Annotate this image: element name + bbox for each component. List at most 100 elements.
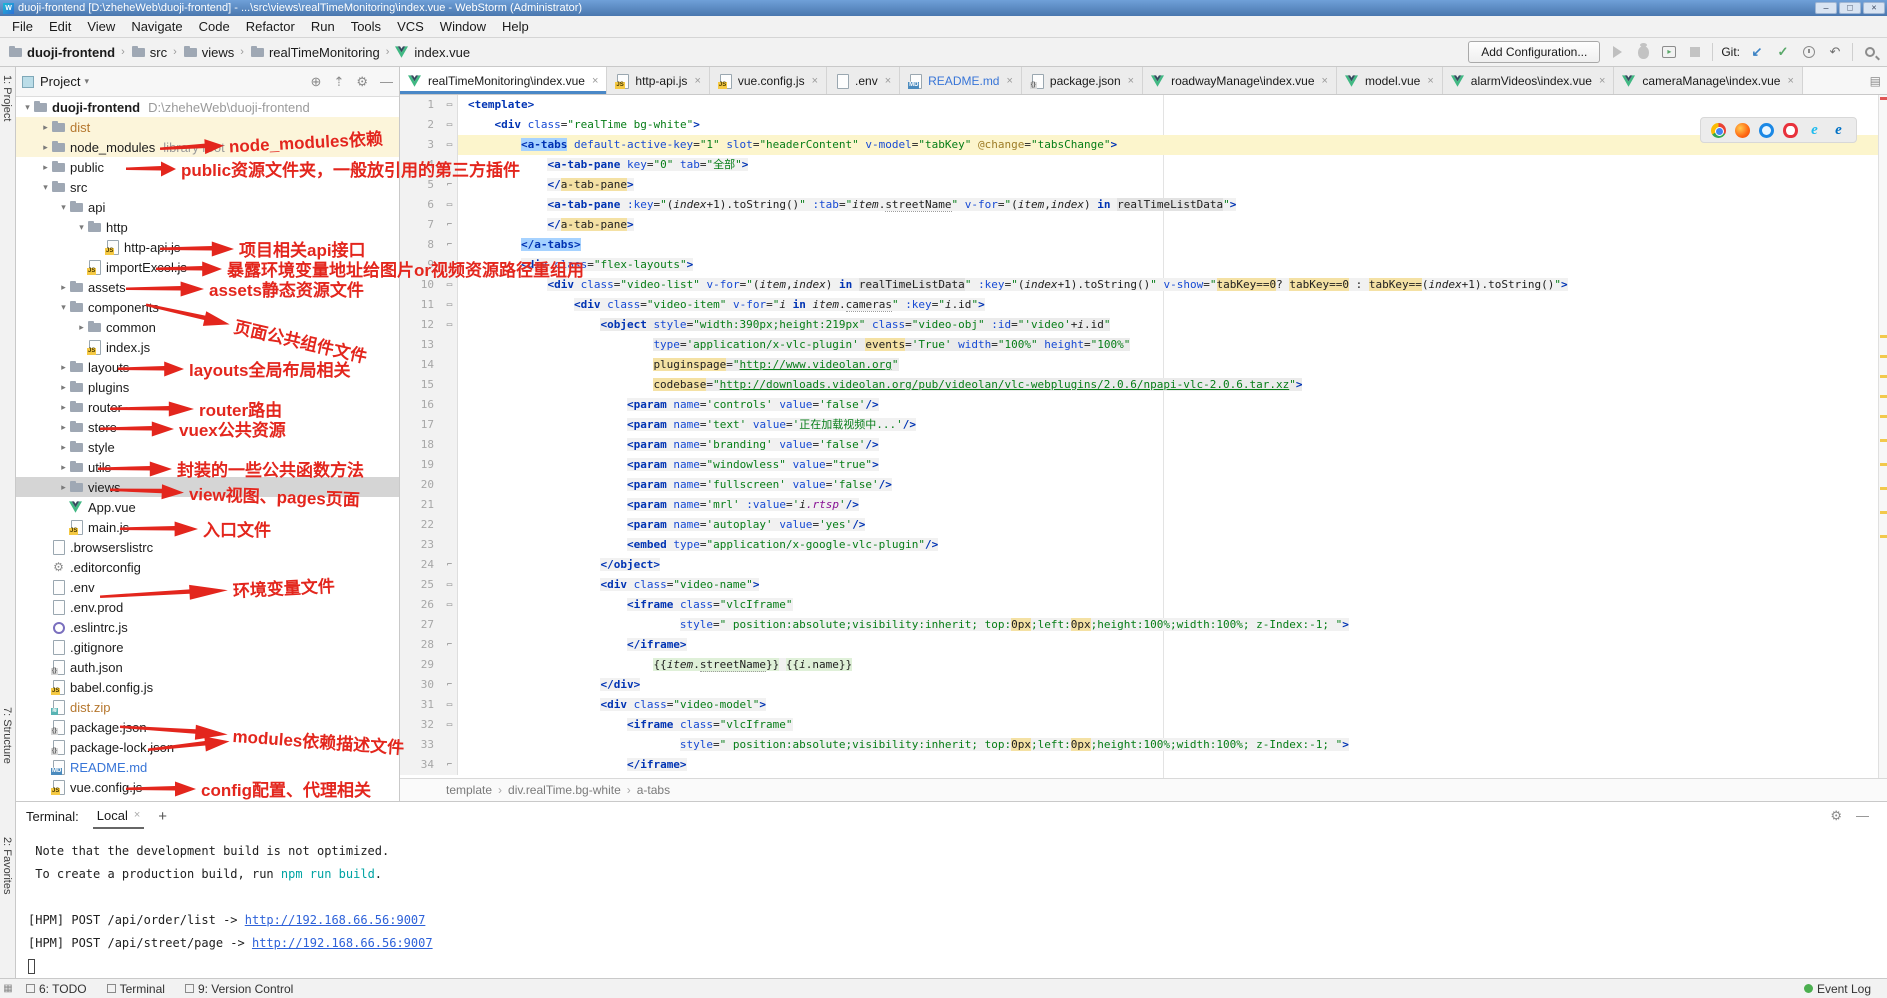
code-line[interactable]: 33 style=" position:absolute;visibility:… bbox=[400, 735, 1887, 755]
code-line[interactable]: 21 <param name='mrl' :value='i.rtsp'/> bbox=[400, 495, 1887, 515]
tab-list-icon[interactable]: ▤ bbox=[1870, 67, 1887, 94]
tree-chevron-icon[interactable]: ▸ bbox=[40, 142, 51, 153]
code-line[interactable]: 18 <param name='branding' value='false'/… bbox=[400, 435, 1887, 455]
tool-button-project[interactable]: 1: Project bbox=[1, 75, 13, 121]
stripe-mark[interactable] bbox=[1880, 535, 1887, 538]
tool-windows-toggle-icon[interactable]: ▦ bbox=[0, 983, 16, 994]
code-line[interactable]: 34⌐ </iframe> bbox=[400, 755, 1887, 775]
tree-chevron-icon[interactable]: ▸ bbox=[76, 322, 87, 333]
menu-item-navigate[interactable]: Navigate bbox=[123, 17, 190, 36]
status-version-control[interactable]: 9: Version Control bbox=[175, 982, 303, 996]
history-icon[interactable] bbox=[1800, 43, 1818, 61]
tree-chevron-icon[interactable]: ▾ bbox=[76, 222, 87, 233]
tree-chevron-icon[interactable]: ▸ bbox=[58, 442, 69, 453]
code-line[interactable]: 30⌐ </div> bbox=[400, 675, 1887, 695]
project-panel-title[interactable]: Project bbox=[40, 74, 80, 89]
code-line[interactable]: 20 <param name='fullscreen' value='false… bbox=[400, 475, 1887, 495]
terminal-output[interactable]: Note that the development build is not o… bbox=[16, 830, 1887, 978]
editor-tab[interactable]: realTimeMonitoring\index.vue× bbox=[400, 67, 607, 94]
rollback-icon[interactable]: ↶ bbox=[1826, 43, 1844, 61]
tree-item[interactable]: ▾src bbox=[16, 177, 399, 197]
stripe-mark[interactable] bbox=[1880, 511, 1887, 514]
opera-browser-icon[interactable] bbox=[1783, 123, 1798, 138]
fold-marker[interactable]: ▭ bbox=[442, 715, 458, 735]
code-line[interactable]: 28⌐ </iframe> bbox=[400, 635, 1887, 655]
tree-item[interactable]: ▸router bbox=[16, 397, 399, 417]
fold-marker[interactable]: ▭ bbox=[442, 135, 458, 155]
fold-marker[interactable]: ▭ bbox=[442, 695, 458, 715]
minimize-button[interactable]: – bbox=[1815, 2, 1837, 14]
tree-chevron-icon[interactable]: ▸ bbox=[40, 122, 51, 133]
tree-item[interactable]: ≋dist.zip bbox=[16, 697, 399, 717]
menu-item-help[interactable]: Help bbox=[494, 17, 537, 36]
tree-item[interactable]: ▸plugins bbox=[16, 377, 399, 397]
coverage-icon[interactable]: ▸ bbox=[1660, 43, 1678, 61]
editor-tab[interactable]: JSvue.config.js× bbox=[710, 67, 827, 94]
code-line[interactable]: 23 <embed type="application/x-google-vlc… bbox=[400, 535, 1887, 555]
code-line[interactable]: 8⌐ </a-tabs> bbox=[400, 235, 1887, 255]
code-line[interactable]: 17 <param name='text' value='正在加载视频中...'… bbox=[400, 415, 1887, 435]
tree-chevron-icon[interactable]: ▸ bbox=[58, 282, 69, 293]
terminal-hide-icon[interactable]: — bbox=[1856, 808, 1869, 824]
close-icon[interactable]: × bbox=[1787, 75, 1793, 87]
tree-chevron-icon[interactable]: ▾ bbox=[22, 102, 33, 113]
code-line[interactable]: 13 type='application/x-vlc-plugin' event… bbox=[400, 335, 1887, 355]
panel-settings-icon[interactable]: ⚙ bbox=[356, 74, 368, 90]
fold-marker[interactable]: ⌐ bbox=[442, 755, 458, 775]
tree-item[interactable]: ▾components bbox=[16, 297, 399, 317]
close-icon[interactable]: × bbox=[694, 75, 700, 87]
tree-chevron-icon[interactable]: ▸ bbox=[58, 402, 69, 413]
tree-item[interactable]: ▸layouts bbox=[16, 357, 399, 377]
editor-tab[interactable]: MDREADME.md× bbox=[900, 67, 1022, 94]
tree-chevron-icon[interactable]: ▾ bbox=[58, 302, 69, 313]
terminal-tab-local[interactable]: Local × bbox=[93, 804, 145, 829]
tree-item[interactable]: ▸node_moduleslibrary root bbox=[16, 137, 399, 157]
tree-chevron-icon[interactable]: ▸ bbox=[40, 162, 51, 173]
chrome-browser-icon[interactable] bbox=[1711, 123, 1726, 138]
fold-marker[interactable]: ▭ bbox=[442, 595, 458, 615]
fold-marker[interactable]: ⌐ bbox=[442, 235, 458, 255]
tree-item[interactable]: .env bbox=[16, 577, 399, 597]
stripe-mark[interactable] bbox=[1880, 355, 1887, 358]
code-line[interactable]: 15 codebase="http://downloads.videolan.o… bbox=[400, 375, 1887, 395]
tree-chevron-icon[interactable]: ▸ bbox=[58, 382, 69, 393]
search-everywhere-icon[interactable] bbox=[1861, 43, 1879, 61]
fold-marker[interactable]: ⌐ bbox=[442, 635, 458, 655]
close-icon[interactable]: × bbox=[592, 75, 598, 87]
tree-item[interactable]: ▾duoji-frontendD:\zheheWeb\duoji-fronten… bbox=[16, 97, 399, 117]
close-button[interactable]: × bbox=[1863, 2, 1885, 14]
tree-item[interactable]: {}package-lock.json bbox=[16, 737, 399, 757]
ie-browser-icon[interactable]: e bbox=[1807, 123, 1822, 138]
tree-item[interactable]: {}package.json bbox=[16, 717, 399, 737]
code-line[interactable]: 26▭ <iframe class="vlcIframe" bbox=[400, 595, 1887, 615]
code-line[interactable]: 3▭ <a-tabs default-active-key="1" slot="… bbox=[400, 135, 1887, 155]
git-commit-icon[interactable]: ✓ bbox=[1774, 43, 1792, 61]
safari-browser-icon[interactable] bbox=[1759, 123, 1774, 138]
menu-item-view[interactable]: View bbox=[79, 17, 123, 36]
tree-item[interactable]: ▸store bbox=[16, 417, 399, 437]
tool-button-favorites[interactable]: 2: Favorites bbox=[1, 837, 13, 894]
tree-item[interactable]: ▸public bbox=[16, 157, 399, 177]
tree-item[interactable]: ▸views bbox=[16, 477, 399, 497]
tree-item[interactable]: .gitignore bbox=[16, 637, 399, 657]
code-line[interactable]: 14 pluginspage="http://www.videolan.org" bbox=[400, 355, 1887, 375]
code-line[interactable]: 6▭ <a-tab-pane :key="(index+1).toString(… bbox=[400, 195, 1887, 215]
status-todo[interactable]: 6: TODO bbox=[16, 982, 97, 996]
fold-marker[interactable]: ⌐ bbox=[442, 675, 458, 695]
stripe-mark[interactable] bbox=[1880, 415, 1887, 418]
fold-marker[interactable]: ▭ bbox=[442, 575, 458, 595]
close-icon[interactable]: × bbox=[885, 75, 891, 87]
close-icon[interactable]: × bbox=[1427, 75, 1433, 87]
run-icon[interactable] bbox=[1608, 43, 1626, 61]
code-line[interactable]: 7⌐ </a-tab-pane> bbox=[400, 215, 1887, 235]
tree-item[interactable]: .env.prod bbox=[16, 597, 399, 617]
breadcrumb-item[interactable]: views bbox=[183, 45, 235, 60]
stripe-mark[interactable] bbox=[1880, 487, 1887, 490]
editor-tab[interactable]: {}package.json× bbox=[1022, 67, 1143, 94]
code-line[interactable]: 19 <param name="windowless" value="true"… bbox=[400, 455, 1887, 475]
error-stripe[interactable] bbox=[1878, 95, 1887, 778]
code-line[interactable]: 24⌐ </object> bbox=[400, 555, 1887, 575]
status-terminal[interactable]: Terminal bbox=[97, 982, 175, 996]
code-line[interactable]: 31▭ <div class="video-model"> bbox=[400, 695, 1887, 715]
menu-item-vcs[interactable]: VCS bbox=[389, 17, 432, 36]
